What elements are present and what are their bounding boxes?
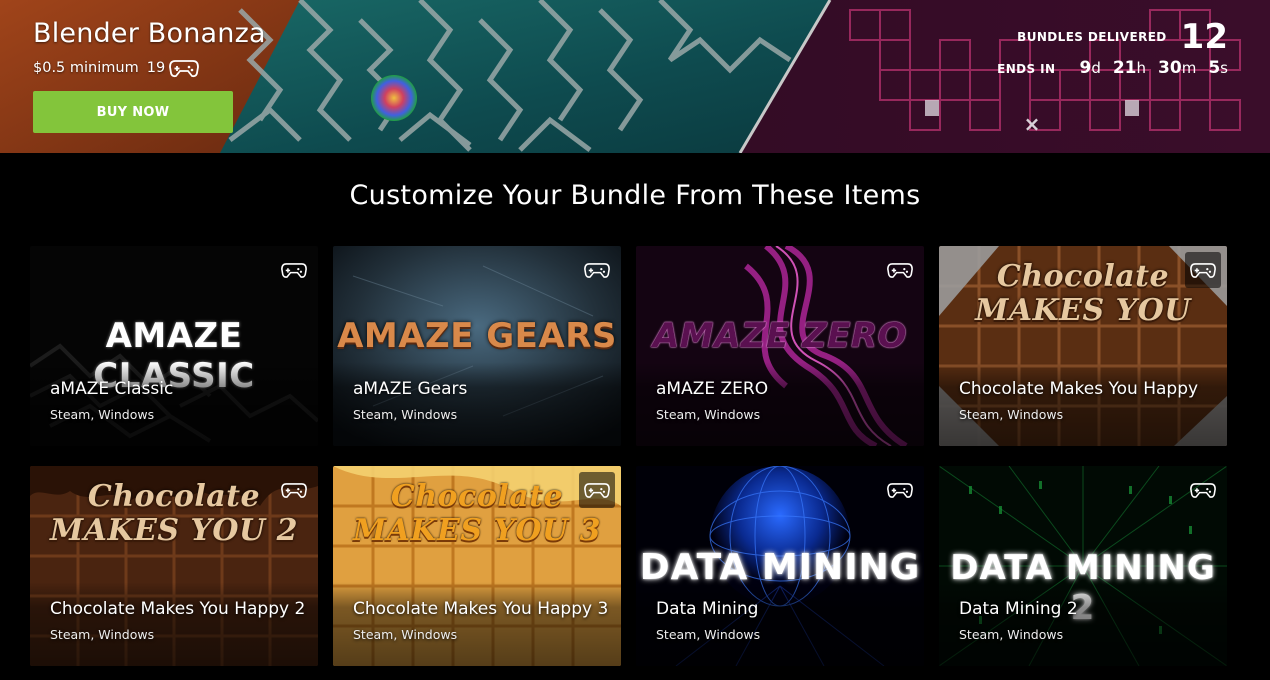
item-info-overlay — [939, 582, 1227, 666]
item-tile-amaze-zero[interactable]: AMAZE ZERO aMAZE ZERO Steam, Windows — [636, 246, 924, 446]
item-info-overlay — [636, 362, 924, 446]
item-info-overlay — [939, 362, 1227, 446]
item-logo: Chocolate MAKES YOU — [975, 259, 1191, 328]
item-logo: AMAZE ZERO — [652, 316, 908, 356]
bundle-summary: $0.5 minimum 19 — [33, 58, 200, 78]
item-logo: AMAZE GEARS — [337, 316, 617, 356]
item-tile-amaze-gears[interactable]: AMAZE GEARS aMAZE Gears Steam, Windows — [333, 246, 621, 446]
gamepad-icon — [579, 472, 615, 508]
item-platforms: Steam, Windows — [353, 627, 458, 642]
hero-banner: × Blender Bonanza $0.5 minimum 19 BUY NO… — [0, 0, 1270, 153]
gamepad-icon — [882, 472, 918, 508]
item-info-overlay — [333, 362, 621, 446]
countdown-minutes: 30m — [1158, 58, 1197, 78]
bundle-stats: BUNDLES DELIVERED 12 ENDS IN 9d 21h 30m … — [997, 18, 1228, 78]
item-name: Data Mining — [656, 599, 759, 619]
gamepad-icon — [276, 252, 312, 288]
bundles-delivered-label: BUNDLES DELIVERED — [1017, 30, 1167, 44]
bundles-delivered-count: 12 — [1180, 17, 1228, 57]
item-logo: Chocolate MAKES YOU 3 — [352, 479, 602, 548]
item-platforms: Steam, Windows — [50, 627, 155, 642]
item-platforms: Steam, Windows — [656, 627, 761, 642]
gamepad-icon — [276, 472, 312, 508]
item-platforms: Steam, Windows — [959, 627, 1064, 642]
item-count: 19 — [146, 60, 166, 76]
item-info-overlay — [333, 582, 621, 666]
item-tile-chocolate-makes-you-happy-2[interactable]: Chocolate MAKES YOU 2 Chocolate Makes Yo… — [30, 466, 318, 666]
gamepad-icon — [1185, 472, 1221, 508]
buy-now-button[interactable]: BUY NOW — [33, 91, 233, 133]
section-title: Customize Your Bundle From These Items — [349, 180, 921, 211]
item-name: Chocolate Makes You Happy 2 — [50, 599, 306, 619]
item-tile-chocolate-makes-you-happy-3[interactable]: Chocolate MAKES YOU 3 Chocolate Makes Yo… — [333, 466, 621, 666]
minimum-price: $0.5 minimum — [33, 60, 139, 76]
gamepad-icon — [882, 252, 918, 288]
svg-text:×: × — [1024, 112, 1041, 136]
item-name: Data Mining 2 — [959, 599, 1078, 619]
bundle-title: Blender Bonanza — [33, 18, 266, 49]
item-name: Chocolate Makes You Happy 3 — [353, 599, 609, 619]
gamepad-icon — [579, 252, 615, 288]
countdown-hours: 21h — [1112, 58, 1147, 78]
gamepad-icon — [169, 58, 200, 78]
countdown-timer: ENDS IN 9d 21h 30m 5s — [997, 58, 1228, 78]
item-info-overlay — [30, 362, 318, 446]
item-tile-data-mining[interactable]: DATA MINING Data Mining Steam, Windows — [636, 466, 924, 666]
item-tile-data-mining-2[interactable]: DATA MINING 2 Data Mining 2 Steam, Windo… — [939, 466, 1227, 666]
item-info-overlay — [636, 582, 924, 666]
item-tile-amaze-classic[interactable]: AMAZE CLASSIC aMAZE Classic Steam, Windo… — [30, 246, 318, 446]
item-name: Chocolate Makes You Happy — [959, 379, 1199, 399]
countdown-seconds: 5s — [1208, 58, 1228, 78]
item-name: aMAZE Gears — [353, 379, 468, 399]
ends-in-label: ENDS IN — [997, 62, 1056, 76]
gamepad-icon — [1185, 252, 1221, 288]
item-tile-chocolate-makes-you-happy[interactable]: Chocolate MAKES YOU Chocolate Makes You … — [939, 246, 1227, 446]
item-platforms: Steam, Windows — [656, 407, 761, 422]
item-platforms: Steam, Windows — [353, 407, 458, 422]
item-name: aMAZE Classic — [50, 379, 174, 399]
item-platforms: Steam, Windows — [50, 407, 155, 422]
countdown-days: 9d — [1079, 58, 1101, 78]
item-logo: Chocolate MAKES YOU 2 — [49, 479, 299, 548]
item-platforms: Steam, Windows — [959, 407, 1064, 422]
item-name: aMAZE ZERO — [656, 379, 769, 399]
item-info-overlay — [30, 582, 318, 666]
